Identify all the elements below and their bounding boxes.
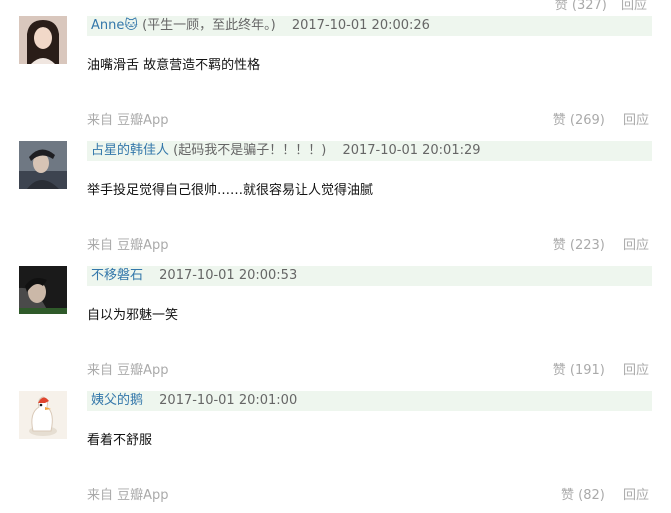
dark-portrait-avatar-icon[interactable]	[19, 266, 67, 314]
comment-text: 举手投足觉得自己很帅……就很容易让人觉得油腻	[87, 183, 374, 198]
like-button[interactable]: 赞 (191)	[553, 363, 605, 378]
comment-item: 不移磐石 2017-10-01 20:00:53 自以为邪魅一笑 来自 豆瓣Ap…	[0, 266, 671, 391]
reply-button[interactable]: 回应	[623, 488, 649, 503]
comment-footer: 来自 豆瓣App 赞 (269) 回应	[87, 112, 649, 130]
like-button[interactable]: 赞 (223)	[553, 238, 605, 253]
comment-footer: 来自 豆瓣App 赞 (82) 回应	[87, 487, 649, 505]
comment-item: Anne🐱 (平生一顾，至此终年。) 2017-10-01 20:00:26 油…	[0, 16, 671, 141]
comment-source: 来自 豆瓣App	[87, 238, 169, 253]
comment-source: 来自 豆瓣App	[87, 363, 169, 378]
like-button[interactable]: 赞 (82)	[561, 488, 605, 503]
comment-actions: 赞 (223) 回应	[553, 237, 649, 255]
comment-item: 姨父的鹅 2017-10-01 20:01:00 看着不舒服 来自 豆瓣App …	[0, 391, 671, 513]
comment-actions: 赞 (269) 回应	[553, 112, 649, 130]
comment-page: 赞 (327) 回应 Anne🐱 (平生一顾，至此终年。) 2017-10-01…	[0, 0, 671, 513]
comment-meta-bar: 姨父的鹅 2017-10-01 20:01:00	[87, 391, 652, 411]
comment-timestamp: 2017-10-01 20:01:29	[342, 143, 481, 158]
author-link[interactable]: 姨父的鹅	[91, 393, 143, 408]
comment-timestamp: 2017-10-01 20:00:26	[291, 18, 430, 33]
author-signature: (平生一顾，至此终年。)	[142, 18, 276, 33]
comment-meta-bar: 占星的韩佳人 (起码我不是骗子！！！！) 2017-10-01 20:01:29	[87, 141, 652, 161]
person-hat-avatar-icon[interactable]	[19, 141, 67, 189]
comment-text: 看着不舒服	[87, 433, 153, 448]
comment-text: 自以为邪魅一笑	[87, 308, 179, 323]
previous-comment-actions: 赞 (327) 回应	[545, 0, 647, 13]
reply-button[interactable]: 回应	[623, 363, 649, 378]
comment-item: 占星的韩佳人 (起码我不是骗子！！！！) 2017-10-01 20:01:29…	[0, 141, 671, 266]
author-link[interactable]: 不移磐石	[91, 268, 143, 283]
author-link[interactable]: 占星的韩佳人	[91, 143, 169, 158]
comment-timestamp: 2017-10-01 20:00:53	[159, 268, 298, 283]
reply-button[interactable]: 回应	[623, 113, 649, 128]
comment-source: 来自 豆瓣App	[87, 488, 169, 503]
comment-meta-bar: 不移磐石 2017-10-01 20:00:53	[87, 266, 652, 286]
comment-actions: 赞 (82) 回应	[561, 487, 649, 505]
cartoon-goose-avatar-icon[interactable]	[19, 391, 67, 439]
comment-meta-bar: Anne🐱 (平生一顾，至此终年。) 2017-10-01 20:00:26	[87, 16, 652, 36]
comment-source: 来自 豆瓣App	[87, 113, 169, 128]
comment-footer: 来自 豆瓣App 赞 (191) 回应	[87, 362, 649, 380]
like-button[interactable]: 赞 (269)	[553, 113, 605, 128]
comment-actions: 赞 (191) 回应	[553, 362, 649, 380]
author-signature: (起码我不是骗子！！！！)	[173, 143, 327, 158]
comment-text: 油嘴滑舌 故意营造不羁的性格	[87, 58, 261, 73]
woman-long-hair-avatar-icon[interactable]	[19, 16, 67, 64]
like-button[interactable]: 赞 (327)	[555, 0, 607, 13]
comment-footer: 来自 豆瓣App 赞 (223) 回应	[87, 237, 649, 255]
reply-button[interactable]: 回应	[621, 0, 647, 13]
comment-timestamp: 2017-10-01 20:01:00	[159, 393, 298, 408]
author-link[interactable]: Anne🐱	[91, 18, 138, 33]
reply-button[interactable]: 回应	[623, 238, 649, 253]
